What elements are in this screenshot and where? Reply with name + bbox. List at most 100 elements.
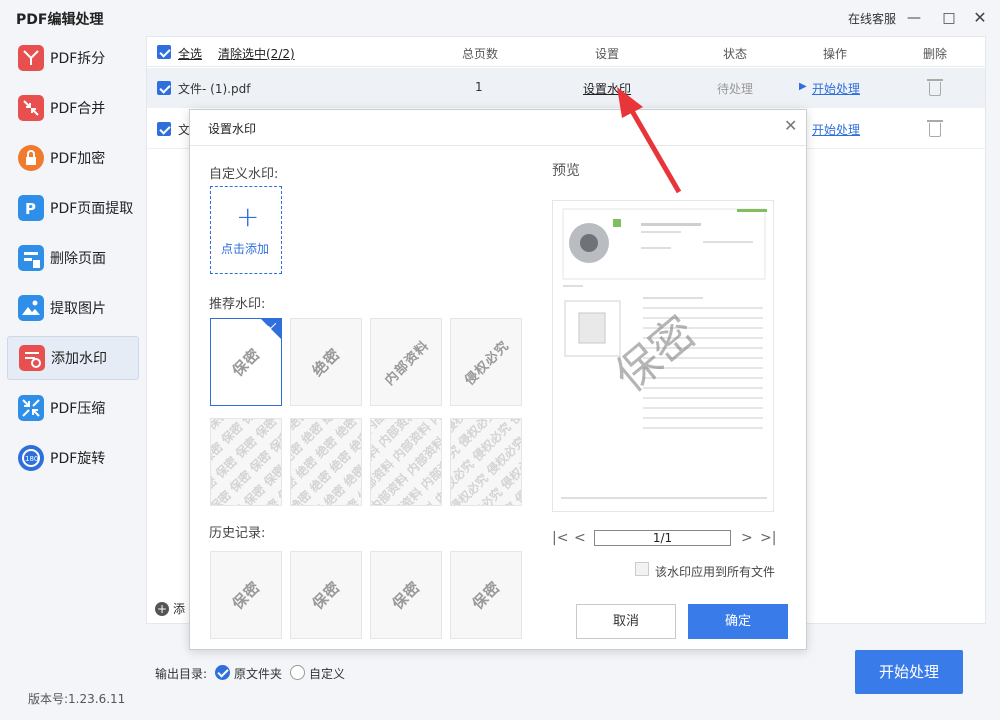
compress-icon xyxy=(18,395,44,421)
page-count: 1 xyxy=(475,80,483,94)
trash-icon[interactable] xyxy=(927,79,943,96)
start-processing-link[interactable]: 开始处理 xyxy=(812,121,860,138)
svg-text:P: P xyxy=(25,200,36,218)
add-custom-watermark-button[interactable]: + 点击添加 xyxy=(210,186,282,274)
sidebar: PDF拆分 PDF合并 PDF加密 P PDF页面提取 删除页面 提取图片 添加… xyxy=(0,36,146,676)
header-settings: 设置 xyxy=(595,47,620,61)
watermark-option[interactable]: 内部资料 xyxy=(370,318,442,406)
header-status: 状态 xyxy=(723,47,748,61)
prev-page-icon[interactable]: < xyxy=(574,530,586,546)
next-page-icon[interactable]: > xyxy=(741,530,753,546)
history-option[interactable]: 保密 xyxy=(210,551,282,639)
sidebar-item-label: 删除页面 xyxy=(50,251,106,267)
watermark-text: 内部资料 xyxy=(382,338,433,389)
add-file-button[interactable]: + 添 xyxy=(155,600,185,617)
header-action: 操作 xyxy=(823,47,848,61)
watermark-pattern: 保密 保密 保密 保密 保密 保密 保密 保密 保密 保密 保密 保密 保密 保… xyxy=(210,418,282,506)
first-page-icon[interactable]: |< xyxy=(552,530,568,546)
watermark-tiled-option[interactable]: 侵权必究 侵权必究 侵权必究 侵权必究 侵权必究 侵权必究 侵权必究 侵权必究 … xyxy=(450,418,522,506)
apply-all-checkbox[interactable] xyxy=(635,562,649,576)
sidebar-item-label: PDF拆分 xyxy=(50,51,106,67)
app-title: PDF编辑处理 xyxy=(16,12,104,28)
radio-custom-folder[interactable] xyxy=(290,665,305,680)
add-custom-label: 点击添加 xyxy=(221,242,270,256)
watermark-text: 侵权必究 xyxy=(462,338,513,389)
sidebar-item-watermark[interactable]: 添加水印 xyxy=(7,336,139,380)
selected-check-icon xyxy=(261,319,281,339)
watermark-text: 保密 xyxy=(228,344,265,381)
sidebar-item-merge[interactable]: PDF合并 xyxy=(7,86,139,130)
preview-pane: 保密 xyxy=(552,200,774,512)
output-dir-label: 输出目录: xyxy=(155,667,208,681)
trash-icon[interactable] xyxy=(927,120,943,137)
watermark-option[interactable]: 保密 xyxy=(210,318,282,406)
sidebar-item-label: 添加水印 xyxy=(51,351,107,367)
recommended-label: 推荐水印: xyxy=(209,297,266,312)
last-page-icon[interactable]: >| xyxy=(760,530,776,546)
page-indicator[interactable]: 1/1 xyxy=(594,530,731,546)
select-all-link[interactable]: 全选 xyxy=(178,45,202,62)
watermark-tiled-option[interactable]: 内部资料 内部资料 内部资料 内部资料 内部资料 内部资料 内部资料 内部资料 … xyxy=(370,418,442,506)
table-row[interactable]: 文件- (1).pdf 1 设置水印 待处理 ▶ 开始处理 xyxy=(147,68,985,108)
watermark-text: 保密 xyxy=(228,577,265,614)
watermark-text: 保密 xyxy=(308,577,345,614)
maximize-icon[interactable]: □ xyxy=(937,6,961,30)
page-extract-icon: P xyxy=(18,195,44,221)
merge-icon xyxy=(18,95,44,121)
sidebar-item-compress[interactable]: PDF压缩 xyxy=(7,386,139,430)
image-extract-icon xyxy=(18,295,44,321)
row-checkbox[interactable] xyxy=(157,81,171,95)
version-label: 版本号:1.23.6.11 xyxy=(28,692,126,706)
svg-text:180: 180 xyxy=(25,455,38,463)
custom-watermark-label: 自定义水印: xyxy=(209,167,279,182)
watermark-pattern: 内部资料 内部资料 内部资料 内部资料 内部资料 内部资料 内部资料 内部资料 … xyxy=(371,419,441,505)
dialog-close-icon[interactable]: ✕ xyxy=(784,116,797,135)
sidebar-item-delete-page[interactable]: 删除页面 xyxy=(7,236,139,280)
sidebar-item-label: 提取图片 xyxy=(50,301,106,317)
start-processing-link[interactable]: 开始处理 xyxy=(812,80,860,97)
row-checkbox[interactable] xyxy=(157,122,171,136)
history-option[interactable]: 保密 xyxy=(290,551,362,639)
watermark-option[interactable]: 侵权必究 xyxy=(450,318,522,406)
header-delete: 删除 xyxy=(923,47,948,61)
watermark-text: 保密 xyxy=(388,577,425,614)
sidebar-item-label: PDF压缩 xyxy=(50,401,106,417)
sidebar-item-page-extract[interactable]: P PDF页面提取 xyxy=(7,186,139,230)
sidebar-item-split[interactable]: PDF拆分 xyxy=(7,36,139,80)
header-pages: 总页数 xyxy=(462,47,499,61)
watermark-option[interactable]: 绝密 xyxy=(290,318,362,406)
plus-icon: + xyxy=(236,200,260,233)
add-icon: + xyxy=(155,601,169,616)
apply-all-label: 该水印应用到所有文件 xyxy=(655,565,776,579)
online-service-link[interactable]: 在线客服 xyxy=(848,10,896,27)
radio-original-folder[interactable] xyxy=(215,665,230,680)
clear-selection-link[interactable]: 清除选中(2/2) xyxy=(218,45,295,62)
history-option[interactable]: 保密 xyxy=(370,551,442,639)
close-icon[interactable]: ✕ xyxy=(968,6,992,30)
split-icon xyxy=(18,45,44,71)
sidebar-item-label: PDF页面提取 xyxy=(50,201,134,217)
set-watermark-link[interactable]: 设置水印 xyxy=(583,80,631,97)
cancel-button[interactable]: 取消 xyxy=(576,604,676,639)
start-processing-button[interactable]: 开始处理 xyxy=(855,650,963,694)
watermark-pattern: 绝密 绝密 绝密 绝密 绝密 绝密 绝密 绝密 绝密 绝密 绝密 绝密 绝密 绝… xyxy=(290,418,362,506)
table-header: 全选 清除选中(2/2) 总页数 设置 状态 操作 删除 xyxy=(147,37,985,67)
sidebar-item-encrypt[interactable]: PDF加密 xyxy=(7,136,139,180)
dialog-header: 设置水印 ✕ xyxy=(190,110,806,146)
file-name: 文件- (1).pdf xyxy=(178,82,251,96)
history-option[interactable]: 保密 xyxy=(450,551,522,639)
history-label: 历史记录: xyxy=(209,526,266,541)
rotate-icon: 180 xyxy=(18,445,44,471)
dialog-title: 设置水印 xyxy=(208,122,257,136)
watermark-tiled-option[interactable]: 保密 保密 保密 保密 保密 保密 保密 保密 保密 保密 保密 保密 保密 保… xyxy=(210,418,282,506)
sidebar-item-label: PDF合并 xyxy=(50,101,106,117)
select-all-checkbox[interactable] xyxy=(157,45,171,59)
add-file-label: 添 xyxy=(173,602,186,616)
sidebar-item-label: PDF旋转 xyxy=(50,451,106,467)
confirm-button[interactable]: 确定 xyxy=(688,604,788,639)
sidebar-item-rotate[interactable]: 180 PDF旋转 xyxy=(7,436,139,480)
sidebar-item-image-extract[interactable]: 提取图片 xyxy=(7,286,139,330)
minimize-icon[interactable]: — xyxy=(902,6,926,30)
watermark-dialog: 设置水印 ✕ 自定义水印: + 点击添加 推荐水印: 保密 绝密 内部资料 侵权… xyxy=(189,109,807,650)
watermark-tiled-option[interactable]: 绝密 绝密 绝密 绝密 绝密 绝密 绝密 绝密 绝密 绝密 绝密 绝密 绝密 绝… xyxy=(290,418,362,506)
